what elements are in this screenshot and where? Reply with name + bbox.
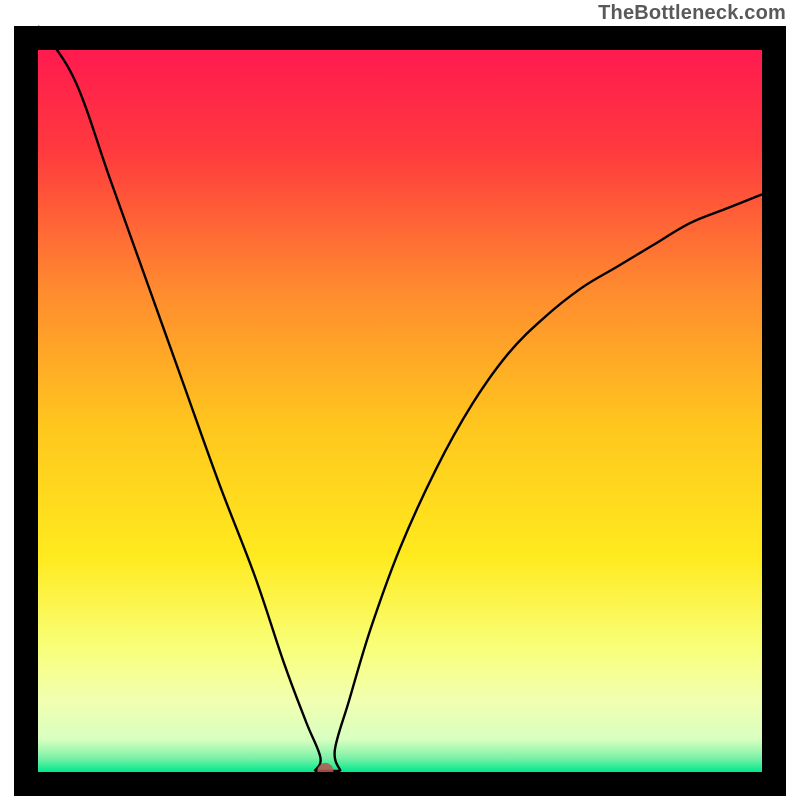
chart-axes-frame — [14, 26, 786, 796]
chart-stage: { "watermark": { "text": "TheBottleneck.… — [0, 0, 800, 800]
